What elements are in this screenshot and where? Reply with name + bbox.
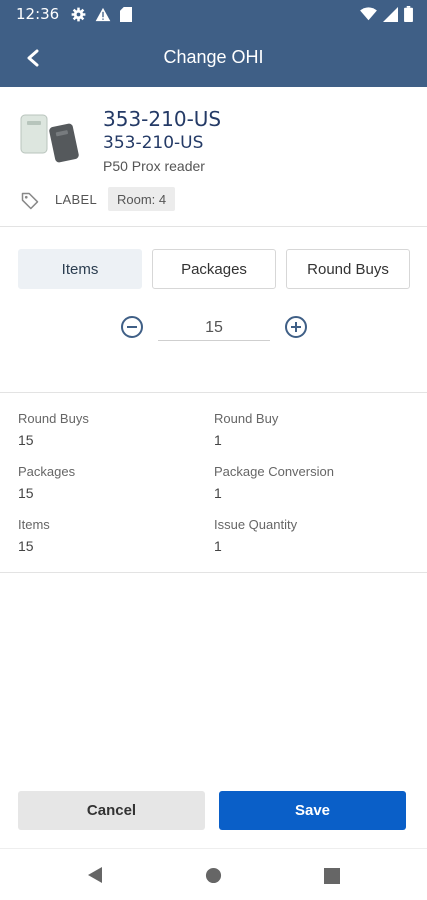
tab-packages[interactable]: Packages <box>152 249 276 289</box>
save-button[interactable]: Save <box>219 791 406 830</box>
product-code-secondary: 353-210-US <box>103 133 204 153</box>
chevron-left-icon <box>27 49 39 67</box>
nav-home-icon[interactable] <box>205 867 222 884</box>
signal-icon <box>383 6 398 22</box>
status-bar: 12:36 <box>0 0 427 28</box>
detail-value: 1 <box>214 485 222 501</box>
label-text: LABEL <box>55 192 97 207</box>
quantity-input[interactable] <box>158 315 270 341</box>
product-description: P50 Prox reader <box>103 158 205 174</box>
detail-package-conversion: Package Conversion 1 <box>214 464 334 501</box>
detail-value: 1 <box>214 538 222 554</box>
back-button[interactable] <box>18 43 48 73</box>
status-left-icons <box>71 6 133 22</box>
warning-icon <box>95 7 111 21</box>
nav-recents-icon[interactable] <box>324 868 340 884</box>
status-right-icons <box>360 6 413 22</box>
tag-icon <box>21 192 39 210</box>
gear-icon <box>71 7 86 21</box>
app-bar: Change OHI <box>0 28 427 87</box>
detail-label: Issue Quantity <box>214 517 298 532</box>
detail-value: 1 <box>214 432 222 448</box>
tab-round-buys[interactable]: Round Buys <box>286 249 410 289</box>
quantity-unit-tabs: Items Packages Round Buys <box>18 249 410 289</box>
detail-round-buy: Round Buy 1 <box>214 411 278 448</box>
system-nav-bar <box>0 848 427 900</box>
room-chip: Room: 4 <box>108 187 176 211</box>
detail-label: Round Buy <box>214 411 279 426</box>
product-header: 353-210-US 353-210-US P50 Prox reader LA… <box>0 87 427 227</box>
detail-label: Packages <box>18 464 76 479</box>
detail-label: Round Buys <box>18 411 89 426</box>
product-image <box>20 114 79 163</box>
wifi-icon <box>360 7 377 21</box>
plus-circle-icon[interactable] <box>284 315 308 339</box>
quantity-stepper <box>118 313 310 343</box>
battery-icon <box>404 6 413 22</box>
detail-label: Items <box>18 517 50 532</box>
cancel-button[interactable]: Cancel <box>18 791 205 830</box>
page-title: Change OHI <box>163 47 264 67</box>
nav-back-icon[interactable] <box>86 866 104 884</box>
detail-round-buys: Round Buys 15 <box>18 411 89 448</box>
quantity-details: Round Buys 15 Round Buy 1 Packages 15 Pa… <box>0 392 427 573</box>
tab-items[interactable]: Items <box>18 249 142 289</box>
minus-circle-icon[interactable] <box>120 315 144 339</box>
detail-value: 15 <box>18 538 34 554</box>
status-time: 12:36 <box>16 5 60 23</box>
detail-value: 15 <box>18 432 34 448</box>
detail-items: Items 15 <box>18 517 50 554</box>
sd-card-icon <box>120 6 133 22</box>
detail-packages: Packages 15 <box>18 464 75 501</box>
detail-value: 15 <box>18 485 34 501</box>
detail-label: Package Conversion <box>214 464 334 479</box>
detail-issue-quantity: Issue Quantity 1 <box>214 517 297 554</box>
product-code: 353-210-US <box>103 107 222 131</box>
